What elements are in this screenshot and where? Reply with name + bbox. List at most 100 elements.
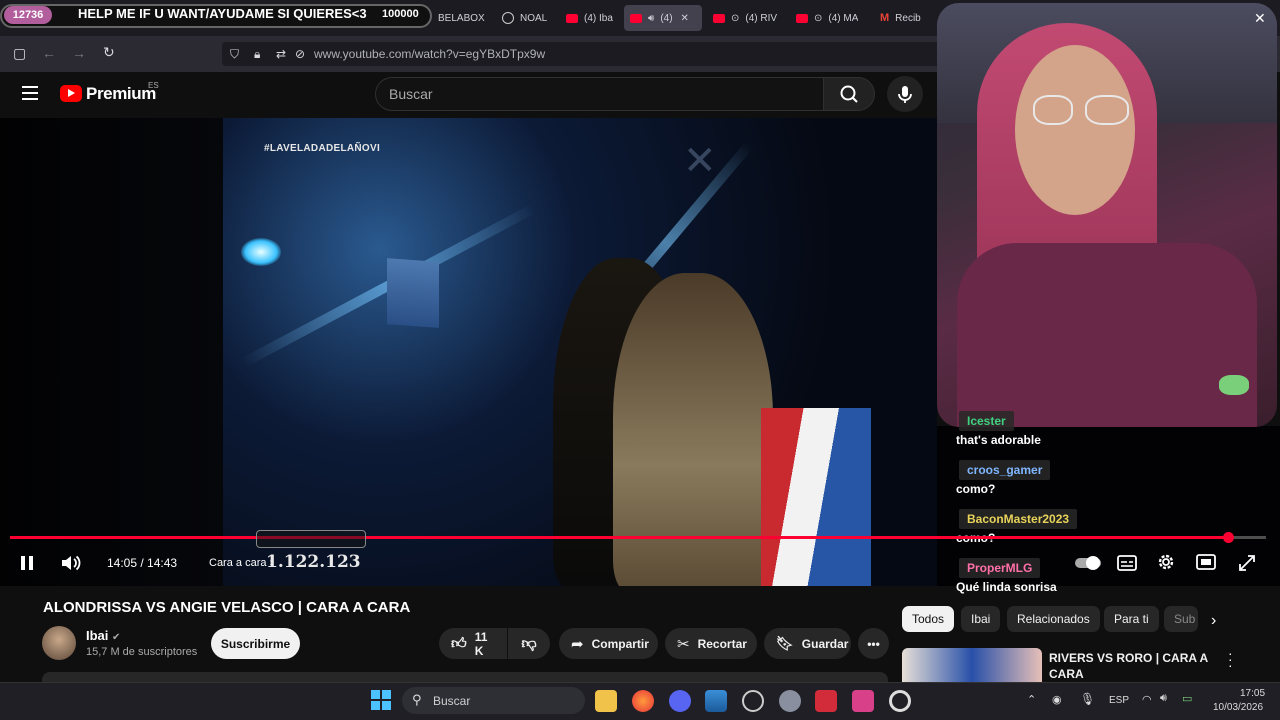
lock-icon[interactable]: 🔒︎ [254, 47, 260, 61]
chips-next-icon[interactable]: › [1211, 612, 1216, 630]
settings-button[interactable] [1156, 552, 1176, 572]
taskbar-search-placeholder[interactable]: Buscar [433, 694, 470, 708]
verified-icon: ✔︎ [112, 632, 121, 643]
voice-search-button[interactable] [887, 76, 923, 112]
tab-ibai[interactable]: (4) Iba [566, 5, 613, 31]
settings-app-icon[interactable] [779, 690, 801, 712]
tab-gmail[interactable]: M Recib [880, 5, 921, 31]
streaming-app-icon[interactable] [815, 690, 837, 712]
chip-todos[interactable]: Todos [902, 606, 955, 632]
tab-label: NOAL [520, 12, 548, 24]
search-input[interactable] [375, 77, 823, 111]
fullscreen-button[interactable] [1238, 554, 1256, 572]
start-button[interactable] [371, 690, 391, 710]
volume-icon [62, 555, 81, 571]
clock-date[interactable]: 10/03/2026 [1213, 702, 1263, 713]
firefox-icon[interactable] [632, 690, 654, 712]
person-right-hair [613, 273, 773, 586]
file-explorer-icon[interactable] [595, 690, 617, 712]
share-button[interactable]: ➦ Compartir [559, 628, 658, 659]
tab-noal[interactable]: NOAL [502, 5, 547, 31]
channel-avatar[interactable] [42, 626, 76, 660]
more-actions-button[interactable]: ••• [858, 628, 889, 659]
tab-rivers[interactable]: ⊙ (4) RIV [713, 5, 777, 31]
wifi-icon[interactable]: ◠ [1142, 693, 1152, 706]
clock-time[interactable]: 17:05 [1240, 688, 1265, 699]
shield-icon[interactable]: ⛉ [230, 47, 239, 61]
menu-icon[interactable] [22, 86, 38, 100]
streamer-webcam [937, 3, 1277, 427]
autoplay-toggle[interactable] [1074, 555, 1102, 571]
photos-icon[interactable] [705, 690, 727, 712]
truss-decoration: ✕ [683, 139, 717, 183]
tab-ma[interactable]: ⊙ (4) MA [796, 5, 858, 31]
tab-label: (4) MA [828, 12, 859, 24]
tab-label: BELABOX [438, 12, 485, 24]
url-text[interactable]: www.youtube.com/watch?v=egYBxDTpx9w [314, 47, 545, 61]
keyboard-language[interactable]: ESP [1109, 695, 1129, 706]
recommended-title[interactable]: RIVERS VS RORO | CARA A CARA [1049, 650, 1219, 682]
tray-volume-icon[interactable]: 🔊︎ [1160, 692, 1167, 705]
theater-mode-button[interactable] [1196, 554, 1216, 570]
recommended-thumbnail[interactable] [902, 648, 1042, 682]
volume-button[interactable] [60, 553, 82, 573]
tab-active-video[interactable]: 🔊︎ (4) ✕ [624, 5, 702, 31]
time-display: 14:05 / 14:43 [107, 556, 178, 570]
autoplay-icon [1075, 556, 1101, 570]
social-logos-overlay [256, 530, 366, 548]
play-circle-icon: ⊙ [731, 12, 740, 24]
save-button[interactable]: 🔖︎ Guardar [764, 628, 851, 659]
chat-username: Icester [959, 411, 1014, 431]
more-horizontal-icon: ••• [867, 636, 880, 651]
forward-arrow-icon[interactable]: → [72, 46, 86, 60]
battery-icon[interactable]: ▭ [1182, 692, 1192, 705]
discord-icon[interactable] [669, 690, 691, 712]
taskbar-search[interactable] [402, 687, 585, 714]
youtube-icon [713, 13, 725, 23]
stream-counter: 12736 [4, 6, 52, 24]
pause-button[interactable] [20, 555, 34, 571]
recommended-menu-icon[interactable]: · · · [1228, 646, 1233, 672]
share-icon: ➦ [571, 635, 584, 653]
tray-chevron-up-icon[interactable]: ⌃ [1027, 693, 1036, 706]
dislike-button[interactable]: 👎︎ [508, 628, 550, 659]
description-box[interactable] [42, 672, 888, 682]
video-player[interactable]: ✕ [223, 118, 937, 586]
streamer-shirt [957, 243, 1257, 427]
camera-blocked-icon[interactable]: ⊘ [295, 47, 305, 61]
chip-sub[interactable]: Sub [1164, 606, 1198, 632]
tab-overview-icon[interactable]: ▢ [13, 46, 26, 60]
search-icon: ⚲ [412, 692, 422, 707]
chip-para-ti[interactable]: Para ti [1104, 606, 1159, 632]
chapter-button[interactable]: Cara a cara › [209, 557, 273, 569]
reload-icon[interactable]: ↻ [103, 45, 115, 59]
tab-close-icon[interactable]: ✕ [681, 13, 689, 24]
like-button[interactable]: 👍︎ 11 K [439, 628, 507, 659]
back-arrow-icon[interactable]: ← [42, 46, 56, 60]
webcam-app-icon[interactable] [889, 690, 911, 712]
chat-message: Qué linda sonrisa [956, 580, 1057, 594]
tab-label: (4) RIV [745, 12, 778, 24]
youtube-logo-icon[interactable] [60, 85, 82, 102]
tray-microphone-icon[interactable]: 🎙︎ [1080, 692, 1095, 706]
notes-app-icon[interactable] [852, 690, 874, 712]
search-placeholder[interactable]: Buscar [389, 86, 433, 102]
tab-belabox[interactable]: BELABOX [438, 5, 485, 31]
search-button[interactable] [823, 77, 875, 111]
bookmark-icon: 🔖︎ [776, 635, 794, 651]
subtitles-button[interactable] [1117, 555, 1137, 571]
subscribe-button[interactable]: Suscribirme [211, 628, 300, 659]
window-close-icon[interactable]: ✕ [1254, 10, 1266, 27]
obs-icon[interactable] [742, 690, 764, 712]
chip-ibai[interactable]: Ibai [961, 606, 1001, 632]
clip-button[interactable]: ✂ Recortar [665, 628, 757, 659]
youtube-logo-text[interactable]: Premium [86, 84, 156, 104]
channel-name[interactable]: Ibai ✔︎ [86, 628, 120, 643]
youtube-icon [796, 13, 808, 23]
chip-relacionados[interactable]: Relacionados [1007, 606, 1100, 632]
permissions-icon[interactable]: ⇄ [276, 47, 286, 61]
video-letterbox-left[interactable] [0, 118, 223, 586]
tray-discord-icon[interactable]: ◉ [1052, 693, 1062, 706]
video-title: ALONDRISSA VS ANGIE VELASCO | CARA A CAR… [43, 599, 411, 616]
chat-username: croos_gamer [959, 460, 1051, 480]
